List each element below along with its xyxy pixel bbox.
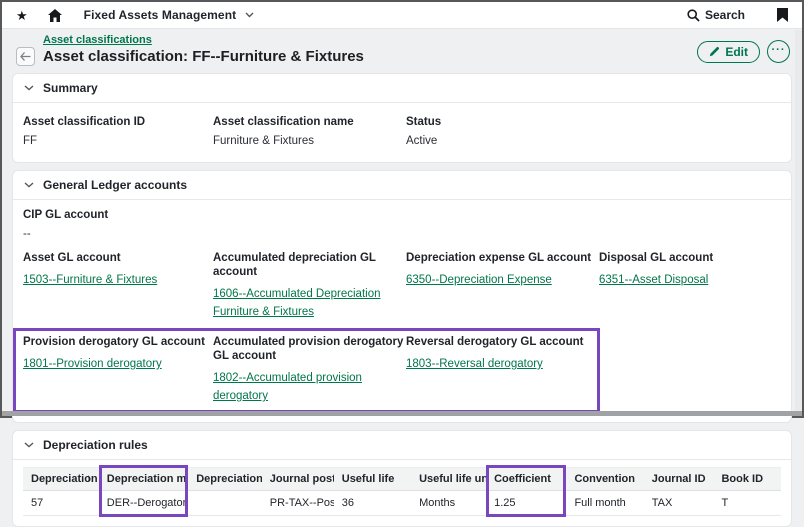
section-title: Summary (43, 81, 98, 95)
back-button[interactable] (16, 47, 35, 66)
cell-useful-life-units: Months (411, 491, 486, 516)
home-icon[interactable] (48, 9, 62, 22)
field-label: Asset classification name (213, 115, 406, 129)
field-label: Accumulated depreciation GL account (213, 251, 406, 279)
field-asset-classification-name: Asset classification name Furniture & Fi… (213, 115, 406, 148)
field-disposal-gl-account: Disposal GL account 6351--Asset Disposal (599, 251, 781, 320)
cell-depreciation-rate (188, 491, 262, 516)
field-label: Accumulated provision derogatory GL acco… (213, 335, 406, 363)
summary-section-toggle[interactable]: Summary (13, 74, 791, 103)
top-navigation-bar: ★ Fixed Assets Management Search (2, 2, 802, 29)
column-header-convention[interactable]: Convention (566, 467, 643, 491)
search-label: Search (705, 8, 745, 22)
derogatory-accounts-highlight-box: Provision derogatory GL account 1801--Pr… (13, 328, 600, 413)
field-asset-gl-account: Asset GL account 1503--Furniture & Fixtu… (23, 251, 213, 320)
field-accumulated-provision-derogatory-gl-account: Accumulated provision derogatory GL acco… (213, 335, 406, 404)
gl-section-toggle[interactable]: General Ledger accounts (13, 171, 791, 200)
search-icon (687, 9, 700, 22)
field-value: Furniture & Fixtures (213, 134, 406, 148)
cell-depreciation-method: DER--Derogatory (99, 491, 188, 516)
column-header-book-id[interactable]: Book ID (713, 467, 781, 491)
pencil-icon (709, 46, 720, 57)
field-asset-classification-id: Asset classification ID FF (23, 115, 213, 148)
field-status: Status Active (406, 115, 599, 148)
field-label: CIP GL account (23, 208, 781, 222)
edit-button-label: Edit (725, 45, 748, 59)
column-header-journal-id[interactable]: Journal ID (644, 467, 714, 491)
gl-account-link[interactable]: 6351--Asset Disposal (599, 274, 708, 286)
field-value: FF (23, 134, 213, 148)
field-label: Status (406, 115, 599, 129)
field-label: Asset classification ID (23, 115, 213, 129)
cell-coefficient: 1.25 (486, 491, 566, 516)
gl-account-link[interactable]: 1606--Accumulated Depreciation Furniture… (213, 288, 380, 318)
section-title: General Ledger accounts (43, 178, 187, 192)
breadcrumb[interactable]: Asset classifications (43, 34, 364, 46)
field-label: Provision derogatory GL account (23, 335, 213, 349)
rules-section-toggle[interactable]: Depreciation rules (13, 431, 791, 460)
global-search[interactable]: Search (687, 8, 745, 22)
field-provision-derogatory-gl-account: Provision derogatory GL account 1801--Pr… (23, 335, 213, 404)
app-menu-title[interactable]: Fixed Assets Management (84, 8, 237, 22)
field-label: Asset GL account (23, 251, 213, 265)
column-header-depreciation-rule[interactable]: ↑ Depreciation ... (23, 467, 99, 491)
table-row[interactable]: 57 DER--Derogatory PR-TAX--PostingR... 3… (23, 491, 781, 516)
more-actions-button[interactable]: ··· (767, 40, 790, 63)
cell-journal-id: TAX (644, 491, 714, 516)
summary-card: Summary Asset classification ID FF Asset… (12, 73, 792, 163)
field-reversal-derogatory-gl-account: Reversal derogatory GL account 1803--Rev… (406, 335, 583, 404)
gl-account-link[interactable]: 1503--Furniture & Fixtures (23, 274, 157, 286)
gl-account-link[interactable]: 1803--Reversal derogatory (406, 358, 543, 370)
gl-account-link[interactable]: 1801--Provision derogatory (23, 358, 162, 370)
cell-depreciation-rule: 57 (23, 491, 99, 516)
column-header-depreciation-method[interactable]: Depreciation method (99, 467, 188, 491)
general-ledger-accounts-card: General Ledger accounts CIP GL account -… (12, 170, 792, 423)
field-cip-gl-account: CIP GL account -- (23, 208, 781, 241)
cell-useful-life: 36 (334, 491, 411, 516)
page-header: Asset classifications Asset classificati… (2, 29, 802, 73)
column-header-journal-posting-rule[interactable]: Journal posting rule (262, 467, 334, 491)
edit-button[interactable]: Edit (697, 41, 760, 63)
column-header-coefficient[interactable]: Coefficient (486, 467, 566, 491)
column-header-useful-life[interactable]: Useful life (334, 467, 411, 491)
section-title: Depreciation rules (43, 438, 148, 452)
gl-account-link[interactable]: 6350--Depreciation Expense (406, 274, 552, 286)
field-label: Depreciation expense GL account (406, 251, 599, 265)
bookmark-icon[interactable] (777, 8, 788, 22)
status-value: Active (406, 134, 599, 148)
depreciation-rules-table: ↑ Depreciation ... Depreciation method D… (23, 467, 781, 516)
page-title: Asset classification: FF--Furniture & Fi… (43, 48, 364, 65)
window-bottom-edge (2, 411, 802, 416)
chevron-down-icon (24, 442, 34, 448)
chevron-down-icon[interactable] (245, 12, 254, 18)
cell-journal-posting-rule: PR-TAX--PostingR... (262, 491, 334, 516)
chevron-down-icon (24, 182, 34, 188)
depreciation-rules-card: Depreciation rules ↑ Depreciation ... De… (12, 430, 792, 527)
field-value: -- (23, 227, 781, 241)
ellipsis-icon: ··· (772, 44, 786, 56)
cell-convention: Full month (566, 491, 643, 516)
favorites-star-icon[interactable]: ★ (16, 9, 28, 22)
gl-account-link[interactable]: 1802--Accumulated provision derogatory (213, 372, 362, 402)
column-header-useful-life-units[interactable]: Useful life units (411, 467, 486, 491)
field-label: Disposal GL account (599, 251, 781, 265)
cell-book-id: T (713, 491, 781, 516)
field-depreciation-expense-gl-account: Depreciation expense GL account 6350--De… (406, 251, 599, 320)
field-accumulated-depreciation-gl-account: Accumulated depreciation GL account 1606… (213, 251, 406, 320)
vertical-scrollbar[interactable] (795, 30, 802, 411)
table-header-row: ↑ Depreciation ... Depreciation method D… (23, 467, 781, 491)
chevron-down-icon (24, 85, 34, 91)
column-header-depreciation-rate[interactable]: Depreciation rate ... (188, 467, 262, 491)
field-label: Reversal derogatory GL account (406, 335, 583, 349)
